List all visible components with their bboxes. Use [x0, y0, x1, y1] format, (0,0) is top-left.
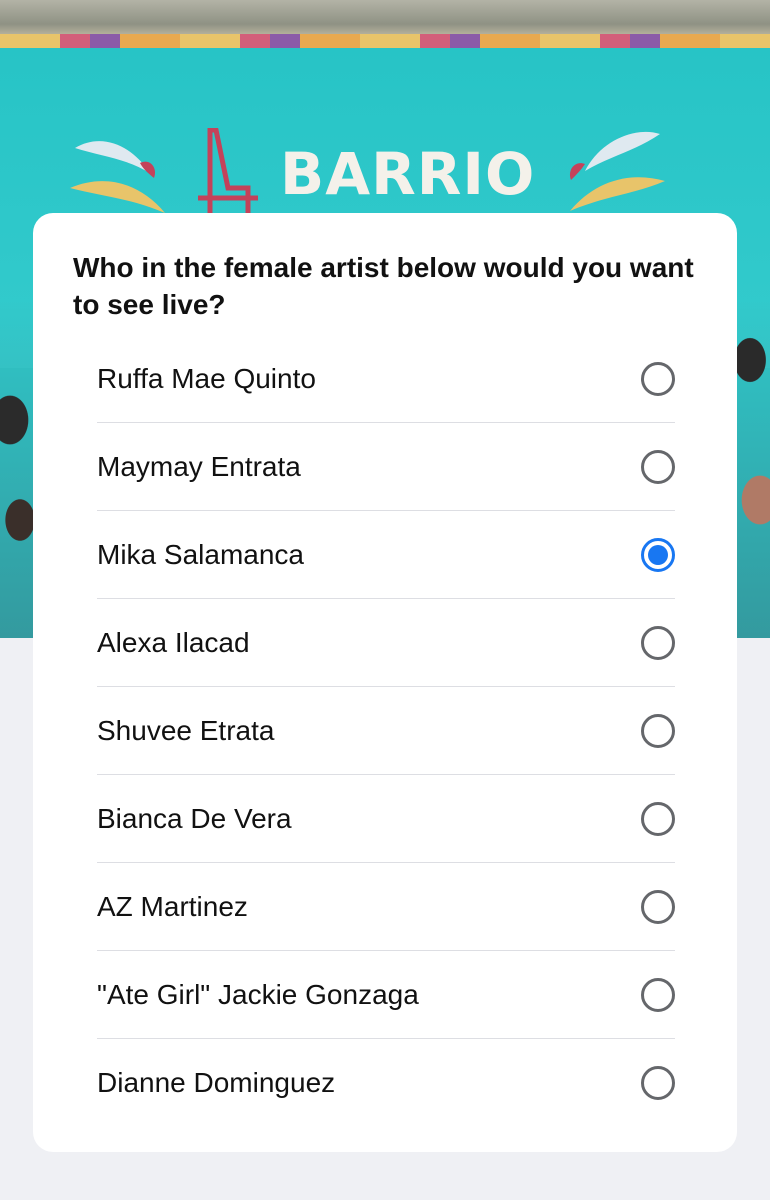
radio-empty-icon[interactable]: [641, 889, 675, 924]
radio-empty-icon[interactable]: [641, 449, 675, 484]
poll-card: Who in the female artist below would you…: [33, 213, 737, 1152]
radio-empty-icon[interactable]: [641, 713, 675, 748]
logo-mark-icon: [198, 128, 258, 218]
poll-option-label: Bianca De Vera: [97, 802, 292, 834]
radio-empty-icon[interactable]: [641, 625, 675, 660]
splash-left-icon: [70, 141, 165, 213]
poll-option-label: AZ Martinez: [97, 890, 248, 922]
poll-option[interactable]: Ruffa Mae Quinto: [97, 335, 675, 423]
radio-checked-icon[interactable]: [641, 537, 675, 572]
hero-decor-band: [0, 34, 770, 48]
poll-option-label: Alexa Ilacad: [97, 626, 250, 658]
poll-option[interactable]: Bianca De Vera: [97, 775, 675, 863]
poll-option[interactable]: Maymay Entrata: [97, 423, 675, 511]
poll-option[interactable]: Shuvee Etrata: [97, 687, 675, 775]
poll-options: Ruffa Mae Quinto Maymay Entrata Mika Sal…: [97, 335, 675, 1126]
splash-right-icon: [569, 131, 665, 211]
poll-option-label: "Ate Girl" Jackie Gonzaga: [97, 978, 419, 1010]
poll-option-label: Shuvee Etrata: [97, 714, 275, 746]
radio-empty-icon[interactable]: [641, 361, 675, 396]
poll-option-label: Maymay Entrata: [97, 450, 301, 482]
poll-option[interactable]: "Ate Girl" Jackie Gonzaga: [97, 951, 675, 1039]
poll-option[interactable]: Mika Salamanca: [97, 511, 675, 599]
radio-empty-icon[interactable]: [641, 1065, 675, 1100]
poll-option[interactable]: Alexa Ilacad: [97, 599, 675, 687]
hero-logo-text: BARRIO: [280, 140, 536, 208]
radio-dot: [648, 544, 668, 565]
poll-option-label: Dianne Dominguez: [97, 1066, 336, 1098]
poll-option[interactable]: Dianne Dominguez: [97, 1039, 675, 1126]
poll-option[interactable]: AZ Martinez: [97, 863, 675, 951]
poll-question: Who in the female artist below would you…: [73, 252, 694, 320]
radio-empty-icon[interactable]: [641, 977, 675, 1012]
poll-option-label: Mika Salamanca: [97, 538, 304, 570]
radio-empty-icon[interactable]: [641, 801, 675, 836]
poll-option-label: Ruffa Mae Quinto: [97, 362, 316, 394]
